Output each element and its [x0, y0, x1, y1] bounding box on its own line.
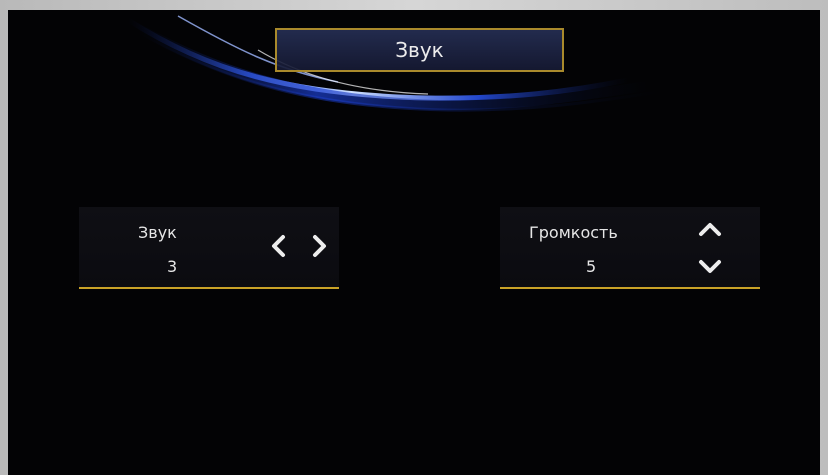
chevron-up-icon [699, 223, 721, 236]
volume-value: 5 [586, 257, 597, 276]
volume-up-button[interactable] [696, 215, 724, 243]
sound-value: 3 [167, 257, 178, 276]
chevron-right-icon [313, 235, 326, 257]
volume-control: Громкость 5 [500, 207, 760, 289]
volume-down-button[interactable] [696, 253, 724, 281]
volume-label: Громкость [529, 223, 618, 242]
sound-prev-button[interactable] [265, 232, 293, 260]
sound-next-button[interactable] [305, 232, 333, 260]
page-title-text: Звук [395, 38, 444, 62]
sound-label: Звук [138, 223, 177, 242]
screen: Звук Звук 3 Громкость 5 [8, 10, 820, 475]
sound-control: Звук 3 [79, 207, 339, 289]
chevron-down-icon [699, 260, 721, 273]
chevron-left-icon [272, 235, 285, 257]
page-title: Звук [275, 28, 564, 72]
